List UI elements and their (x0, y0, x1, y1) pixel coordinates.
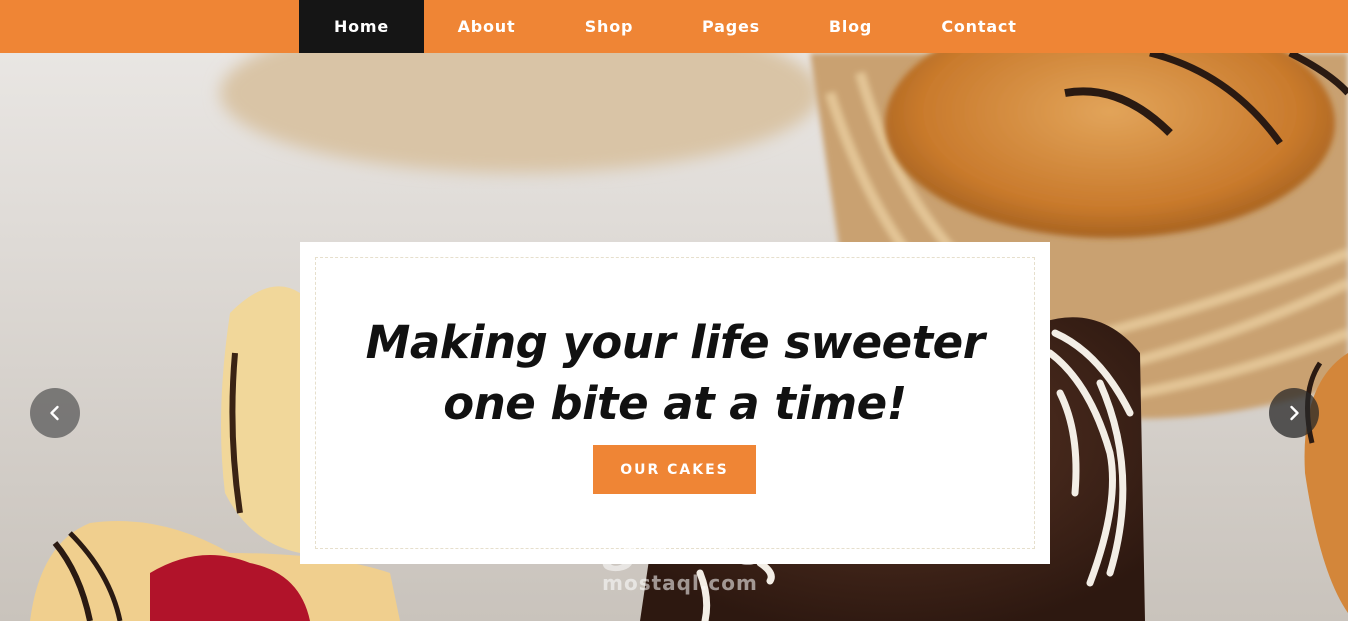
nav-item-blog[interactable]: Blog (793, 0, 908, 53)
nav-item-home[interactable]: Home (299, 0, 424, 53)
hero-headline-line-2: one bite at a time! (443, 377, 907, 430)
nav-item-shop[interactable]: Shop (549, 0, 669, 53)
nav-item-pages[interactable]: Pages (669, 0, 793, 53)
nav-item-about[interactable]: About (424, 0, 549, 53)
nav-item-contact[interactable]: Contact (908, 0, 1050, 53)
slider-next-button[interactable] (1269, 388, 1319, 438)
our-cakes-button[interactable]: OUR CAKES (593, 445, 756, 494)
chevron-left-icon (50, 405, 59, 421)
hero-caption-card: Making your life sweeter one bite at a t… (300, 242, 1050, 564)
watermark: مستقل mostaql.com (590, 524, 770, 595)
main-nav: Home About Shop Pages Blog Contact (299, 0, 1050, 53)
watermark-arabic: مستقل (599, 524, 761, 575)
slider-prev-button[interactable] (30, 388, 80, 438)
chevron-right-icon (1290, 405, 1299, 421)
hero-headline: Making your life sweeter one bite at a t… (300, 312, 1050, 434)
hero-headline-line-1: Making your life sweeter (365, 316, 985, 369)
top-navigation-bar: Home About Shop Pages Blog Contact (0, 0, 1348, 53)
watermark-latin: mostaql.com (602, 571, 758, 595)
